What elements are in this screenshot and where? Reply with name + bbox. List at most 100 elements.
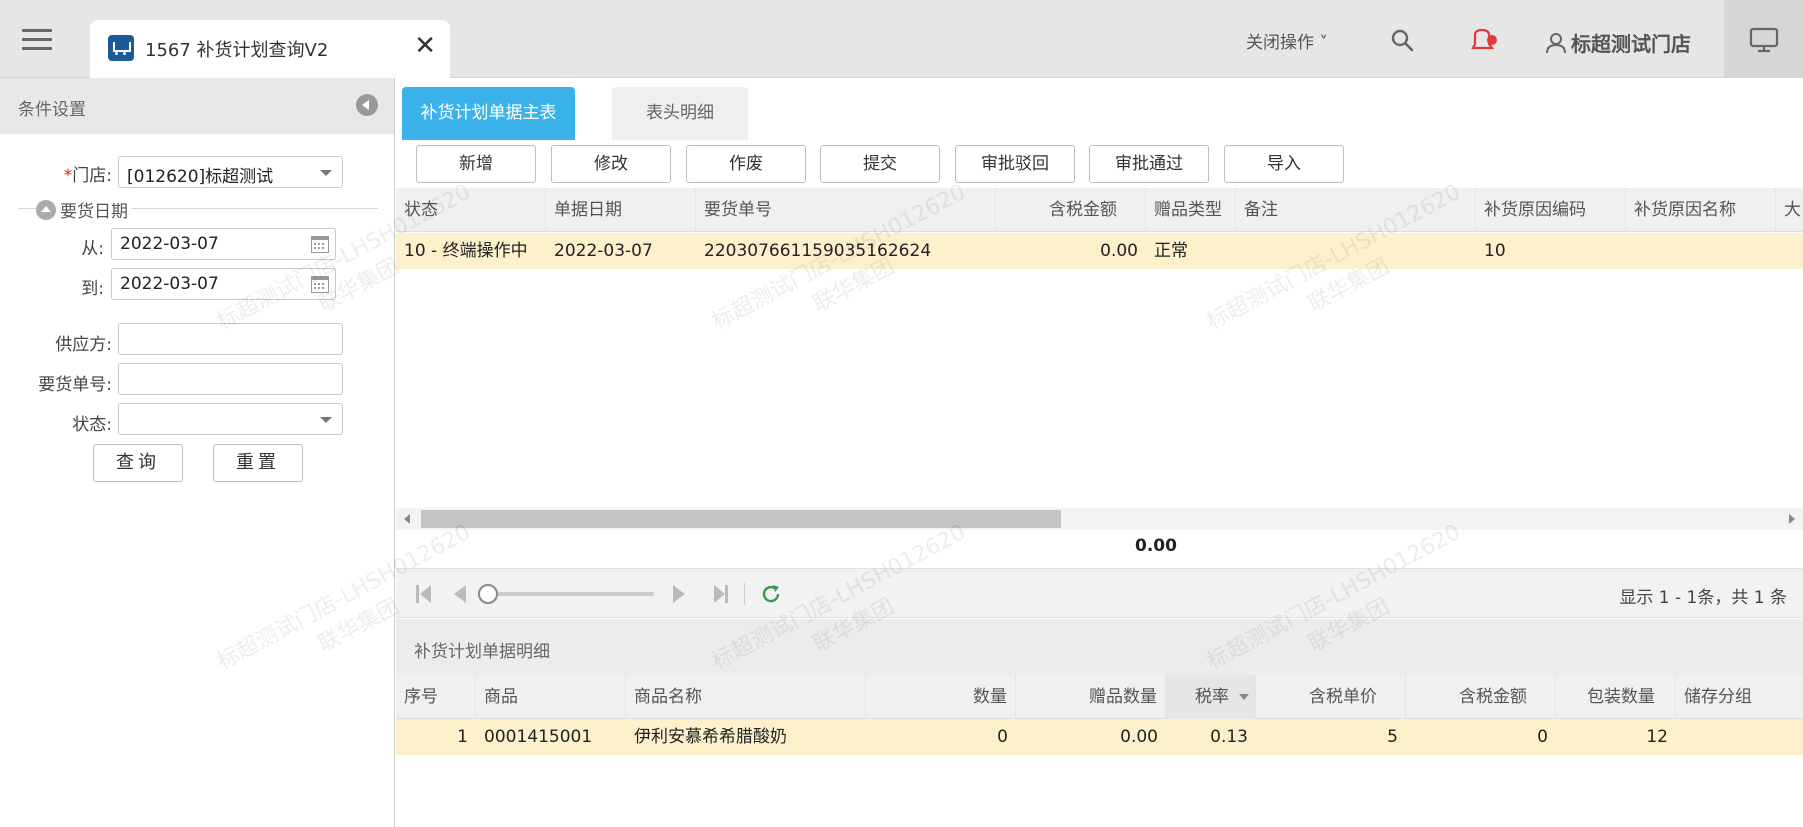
table-row[interactable]: 1 0001415001 伊利安慕希希腊酸奶 0 0.00 0.13 5 0 1…: [396, 719, 1803, 755]
reset-button[interactable]: 重置: [213, 444, 303, 482]
scroll-right-icon[interactable]: [1789, 514, 1795, 524]
cell-quantity: 0: [997, 727, 1008, 747]
cell-reason-code: 10: [1484, 241, 1506, 261]
store-label: *门店:: [40, 161, 112, 186]
status-label: 状态:: [72, 415, 112, 435]
import-button[interactable]: 导入: [1224, 145, 1344, 183]
cell-unit-price: 5: [1387, 727, 1398, 747]
col-header[interactable]: 税率: [1166, 675, 1256, 719]
scrollbar-thumb[interactable]: [421, 510, 1061, 528]
user-menu[interactable]: 标超测试门店: [1545, 28, 1691, 57]
col-header[interactable]: 赠品类型: [1146, 188, 1236, 232]
col-header[interactable]: 储存分组: [1676, 675, 1803, 719]
chevron-down-icon: [320, 417, 332, 423]
cell-storage-group: [1676, 719, 1803, 755]
from-date-input[interactable]: 2022-03-07: [111, 228, 336, 260]
top-bar: 1567 补货计划查询V2 ✕ 关闭操作 ˅ 标超测试门店: [0, 0, 1803, 78]
tab-header-detail[interactable]: 表头明细: [612, 87, 748, 140]
col-header[interactable]: 商品: [476, 675, 626, 719]
total-amount: 0.00: [1135, 536, 1177, 556]
submit-button[interactable]: 提交: [820, 145, 940, 183]
pager-divider: [744, 583, 745, 605]
cell-date: 2022-03-07: [554, 241, 653, 261]
col-header[interactable]: 含税金额: [1406, 675, 1556, 719]
refresh-icon[interactable]: [760, 583, 782, 605]
supplier-input[interactable]: [118, 323, 343, 355]
condition-panel-header: 条件设置: [0, 78, 394, 134]
to-label: 到:: [81, 279, 104, 299]
first-page-icon[interactable]: [416, 585, 431, 603]
cell-remark: [1236, 233, 1476, 269]
pager-info: 显示 1 - 1条，共 1 条: [1619, 588, 1787, 608]
store-label-text: 门店:: [72, 166, 112, 186]
query-button[interactable]: 查询: [93, 444, 183, 482]
cell-product-name: 伊利安慕希希腊酸奶: [634, 727, 787, 747]
add-button[interactable]: 新增: [416, 145, 536, 183]
void-button[interactable]: 作废: [686, 145, 806, 183]
col-header[interactable]: 含税单价: [1256, 675, 1406, 719]
cart-icon: [108, 35, 134, 61]
condition-panel: 条件设置 *门店: [012620]标超测试 要货日期 从: 2022-03-0…: [0, 78, 395, 827]
pagination-bar: 显示 1 - 1条，共 1 条: [396, 568, 1803, 618]
page-slider-knob[interactable]: [478, 584, 498, 604]
close-icon[interactable]: ✕: [414, 31, 436, 61]
col-header[interactable]: 包装数量: [1556, 675, 1676, 719]
prev-page-icon[interactable]: [454, 585, 466, 603]
scroll-left-icon[interactable]: [404, 514, 410, 524]
sort-down-icon[interactable]: [1239, 694, 1249, 700]
collapse-panel-icon[interactable]: [356, 94, 378, 116]
col-header[interactable]: 商品名称: [626, 675, 866, 719]
cell-tax-rate: 0.13: [1210, 727, 1248, 747]
monitor-button[interactable]: [1724, 0, 1803, 78]
page-slider[interactable]: [484, 592, 654, 596]
supplier-label: 供应方:: [55, 335, 112, 355]
search-icon[interactable]: [1390, 28, 1414, 52]
cell-reason-name: [1626, 233, 1776, 269]
col-header[interactable]: 要货单号: [696, 188, 996, 232]
next-page-icon[interactable]: [673, 585, 685, 603]
condition-panel-title: 条件设置: [18, 100, 86, 120]
menu-icon[interactable]: [22, 29, 52, 51]
col-header[interactable]: 补货原因名称: [1626, 188, 1776, 232]
col-header[interactable]: 含税金额: [996, 188, 1146, 232]
tab-title: 1567 补货计划查询V2: [145, 40, 329, 61]
cell-order-no: 220307661159035162624: [704, 241, 932, 261]
store-select[interactable]: [012620]标超测试: [118, 156, 343, 188]
cell-status: 10 - 终端操作中: [404, 241, 528, 261]
cell-gift-quantity: 0.00: [1120, 727, 1158, 747]
col-header[interactable]: 补货原因编码: [1476, 188, 1626, 232]
reject-button[interactable]: 审批驳回: [955, 145, 1075, 183]
status-select[interactable]: [118, 403, 343, 435]
calendar-icon[interactable]: [311, 276, 329, 293]
to-date-input[interactable]: 2022-03-07: [111, 268, 336, 300]
collapse-up-icon: [36, 199, 56, 220]
cell-pack-quantity: 12: [1646, 727, 1668, 747]
approve-button[interactable]: 审批通过: [1089, 145, 1209, 183]
cell-product-code: 0001415001: [484, 727, 593, 747]
col-header[interactable]: 数量: [866, 675, 1016, 719]
user-icon: [1546, 32, 1566, 53]
date-group-label: 要货日期: [60, 202, 128, 222]
cell-seq: 1: [457, 727, 468, 747]
col-header[interactable]: 赠品数量: [1016, 675, 1166, 719]
detail-grid-header: 序号 商品 商品名称 数量 赠品数量 税率 含税单价 含税金额 包装数量 储存分…: [396, 675, 1803, 719]
col-header[interactable]: 序号: [396, 675, 476, 719]
monitor-icon: [1749, 27, 1779, 53]
horizontal-scrollbar[interactable]: [396, 508, 1803, 530]
master-grid-header: 状态 单据日期 要货单号 含税金额 赠品类型 备注 补货原因编码 补货原因名称 …: [396, 188, 1803, 232]
last-page-icon[interactable]: [714, 585, 728, 603]
date-group-toggle[interactable]: 要货日期: [36, 197, 132, 222]
notification-icon[interactable]: [1470, 27, 1500, 55]
calendar-icon[interactable]: [311, 236, 329, 253]
table-row[interactable]: 10 - 终端操作中 2022-03-07 220307661159035162…: [396, 233, 1803, 269]
edit-button[interactable]: 修改: [551, 145, 671, 183]
main-area: 补货计划单据主表 表头明细 新增 修改 作废 提交 审批驳回 审批通过 导入 状…: [396, 78, 1803, 827]
order-no-input[interactable]: [118, 363, 343, 395]
close-operations-dropdown[interactable]: 关闭操作 ˅: [1246, 28, 1328, 53]
col-header[interactable]: 单据日期: [546, 188, 696, 232]
tab-master-table[interactable]: 补货计划单据主表: [402, 87, 575, 140]
col-header[interactable]: 大: [1776, 188, 1803, 232]
col-header[interactable]: 备注: [1236, 188, 1476, 232]
tab-replenishment-query[interactable]: 1567 补货计划查询V2 ✕: [90, 20, 450, 78]
col-header[interactable]: 状态: [396, 188, 546, 232]
